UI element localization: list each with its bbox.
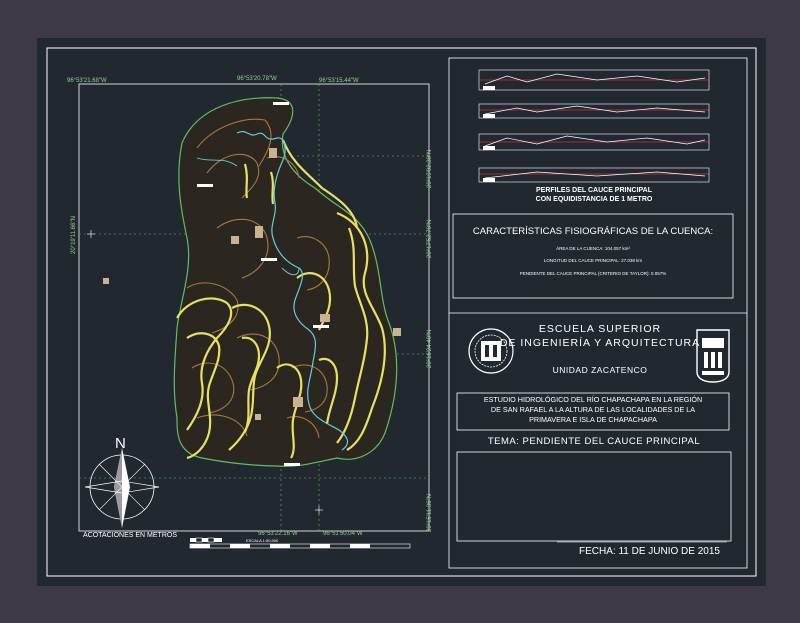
institution-line1: ESCUELA SUPERIOR: [538, 323, 662, 335]
north-arrow: [84, 448, 160, 528]
characteristics-area: ÁREA DE LA CUENCA: 104.057 km²: [556, 246, 630, 251]
coord-top-3: 96°53'15.44"W: [319, 78, 359, 84]
characteristics-slope: PENDIENTE DEL CAUCE PRINCIPAL (CRITERIO …: [519, 271, 667, 276]
study-description: ESTUDIO HIDROLÓGICO DEL RÍO CHAPACHAPA E…: [457, 395, 729, 425]
tema-label: TEMA: PENDIENTE DEL CAUCE PRINCIPAL: [487, 436, 701, 447]
north-label: N: [115, 435, 126, 452]
coord-right-2: 20°17'52.70"N: [427, 219, 433, 258]
outer-frame: [46, 47, 757, 577]
institution-line2: DE INGENIERÍA Y ARQUITECTURA: [499, 337, 701, 349]
tema-box: [456, 451, 732, 542]
profiles-title-line2: CON EQUIDISTANCIA DE 1 METRO: [535, 196, 653, 203]
scale-bar: [189, 537, 411, 549]
characteristics-length: LONGITUD DEL CAUCE PRINCIPAL: 27.038 km: [543, 258, 643, 263]
coord-bottom-2: 96°51'50.04"W: [323, 531, 363, 537]
drawing-sheet: 96°53'21.68"W 96°53'20.78"W 96°53'15.44"…: [37, 38, 766, 586]
fecha-label: FECHA: 11 DE JUNIO DE 2015: [579, 546, 720, 557]
ipn-logo: [468, 328, 514, 374]
characteristics-title: CARACTERÍSTICAS FISIOGRÁFICAS DE LA CUEN…: [472, 226, 714, 237]
coord-right-4: 20°15'11.36"N: [427, 494, 433, 532]
acotaciones-label: ACOTACIONES EN METROS: [83, 532, 177, 539]
coord-left-1: 20°19'11.66"N: [71, 216, 77, 254]
study-line2: DE SAN RAFAEL A LA ALTURA DE LAS LOCALID…: [490, 405, 696, 414]
profiles-title-line1: PERFILES DEL CAUCE PRINCIPAL: [535, 187, 653, 194]
esia-logo: [696, 329, 730, 383]
coord-top-2: 96°53'20.78"W: [237, 76, 277, 82]
coord-top-1: 96°53'21.68"W: [67, 78, 107, 84]
institution-unit: UNIDAD ZACATENCO: [552, 365, 648, 375]
scale-label: ESCALA 1:50,000: [246, 538, 279, 543]
study-line1: ESTUDIO HIDROLÓGICO DEL RÍO CHAPACHAPA E…: [483, 395, 703, 404]
coord-bottom-1: 96°53'22.16"W: [258, 531, 298, 537]
river-profiles: [478, 69, 710, 183]
coord-right-3: 20°16'24.40"N: [427, 329, 433, 368]
study-line3: PRIMAVERA E ISLA DE CHAPACHAPA: [529, 415, 657, 424]
coord-right-1: 20°19'02.38"N: [427, 149, 433, 188]
drawing-linework: [46, 47, 757, 577]
profiles-title: PERFILES DEL CAUCE PRINCIPAL CON EQUIDIS…: [499, 186, 689, 204]
